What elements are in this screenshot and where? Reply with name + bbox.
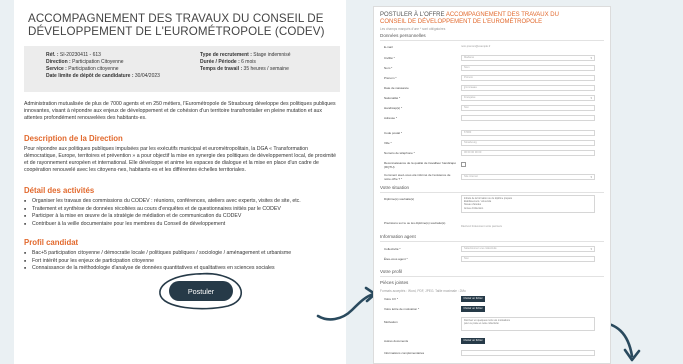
divider <box>380 40 604 41</box>
job-meta-box: Réf. : SI-20230411 - 613 Direction : Par… <box>24 46 340 92</box>
city-input[interactable]: Strasbourg <box>461 140 595 146</box>
field-label: Autres documents <box>384 339 409 343</box>
field-label: Comment avez-vous été informé de l'exist… <box>384 173 451 181</box>
curved-arrow-icon <box>316 286 377 321</box>
field-label: Nom * <box>384 66 393 70</box>
list-item: Contribuer à la veille documentaire pour… <box>24 221 338 229</box>
nationality-select[interactable]: Française <box>461 95 595 101</box>
intro-text: Administration mutualisée de plus de 700… <box>24 101 336 121</box>
activities-list: Organiser les travaux des commissions du… <box>24 198 338 228</box>
profile-section-title: Votre profil <box>380 269 402 274</box>
divider <box>380 241 604 242</box>
deadline-row: Date limite de dépôt de candidature : 30… <box>46 73 160 79</box>
list-item: Traitement et synthèse de données récolt… <box>24 206 338 214</box>
agent-input[interactable]: Non <box>461 256 595 262</box>
job-title: ACCOMPAGNEMENT DES TRAVAUX DU CONSEIL DE… <box>28 12 325 38</box>
firstname-input[interactable]: Prénom <box>461 75 595 81</box>
civility-select[interactable]: Madame <box>461 55 595 61</box>
field-label: Handicap(s) * <box>384 106 403 110</box>
letter-upload-button[interactable]: Choisir un fichier <box>461 306 485 312</box>
field-label: Civilité * <box>384 56 395 60</box>
required-note: Les champs marqués d'une * sont obligato… <box>380 27 446 31</box>
field-label: Informations complémentaires <box>384 351 425 355</box>
field-label: Êtes-vous agent * <box>384 257 408 261</box>
field-label: Prénom * <box>384 76 397 80</box>
duration-row: Durée / Période : 6 mois <box>200 59 256 65</box>
attachments-note: Formats acceptés : Word, PDF, JPEG. Tail… <box>380 289 466 293</box>
postcode-input[interactable]: 67000 <box>461 130 595 136</box>
situation-section-title: Votre situation <box>380 185 410 190</box>
direction-heading: Description de la Direction <box>24 134 123 143</box>
recruit-type-row: Type de recrutement : Stage indemnisé <box>200 52 291 58</box>
motivation-textarea[interactable]: Décrivez en quelques mots vos motivation… <box>461 317 595 331</box>
list-item: Participer à la mise en œuvre de la stra… <box>24 213 338 221</box>
profile-list: Bac+5 participation citoyenne / démocrat… <box>24 250 338 273</box>
worktime-row: Temps de travail : 35 heures / semaine <box>200 66 289 72</box>
field-label: Précisions sur le ou les diplôme(s) souh… <box>384 221 446 225</box>
field-label: E-mail <box>384 45 393 49</box>
source-select[interactable]: Site internet <box>461 174 595 180</box>
field-label: Votre lettre de motivation * <box>384 307 420 311</box>
field-label: Numéro de téléphone * <box>384 151 415 155</box>
application-form-panel: POSTULER À L'OFFRE ACCOMPAGNEMENT DES TR… <box>373 6 611 364</box>
handicap-input[interactable]: Non <box>461 105 595 111</box>
rqth-checkbox[interactable] <box>461 162 466 167</box>
field-label: Reconnaissance de la qualité de travaill… <box>384 161 456 169</box>
field-label: Motivation <box>384 320 398 324</box>
divider <box>380 276 604 277</box>
complement-input[interactable] <box>461 350 595 356</box>
attachments-section-title: Pièces jointes <box>380 280 409 285</box>
list-item: Connaissance de la méthodologie d'analys… <box>24 265 338 273</box>
field-help: Décrivez brièvement votre parcours <box>461 225 502 228</box>
activities-heading: Détail des activités <box>24 186 95 195</box>
field-label: Collectivité * <box>384 247 401 251</box>
phone-input[interactable]: 06 00 00 00 00 <box>461 150 595 156</box>
list-item: Bac+5 participation citoyenne / démocrat… <box>24 250 338 258</box>
job-offer-panel: ACCOMPAGNEMENT DES TRAVAUX DU CONSEIL DE… <box>14 0 346 364</box>
field-label: Ville * <box>384 141 392 145</box>
ref-row: Réf. : SI-20230411 - 613 <box>46 52 101 58</box>
service-row: Service : Participation citoyenne <box>46 66 119 72</box>
list-item: Fort intérêt pour les enjeux de particip… <box>24 258 338 266</box>
direction-text: Pour répondre aux politiques publiques i… <box>24 146 337 173</box>
profile-heading: Profil candidat <box>24 238 79 247</box>
address-input[interactable] <box>461 115 595 121</box>
field-label: Code postal * <box>384 131 403 135</box>
birthdate-input[interactable]: jj/mm/aaaa <box>461 85 595 91</box>
cv-upload-button[interactable]: Choisir un fichier <box>461 296 485 302</box>
apply-button[interactable]: Postuler <box>169 281 233 301</box>
email-value: nom.prenom@exemple.fr <box>461 45 491 48</box>
field-label: Diplôme(s) souhaité(s) <box>384 197 415 201</box>
field-label: Votre CV * <box>384 297 399 301</box>
personal-section-title: Données personnelles <box>380 33 426 38</box>
list-item: Organiser les travaux des commissions du… <box>24 198 338 206</box>
agent-section-title: Information agent <box>380 234 416 239</box>
field-label: Nationalité * <box>384 96 401 100</box>
form-title: POSTULER À L'OFFRE ACCOMPAGNEMENT DES TR… <box>380 12 559 25</box>
divider <box>380 192 604 193</box>
collectivity-select[interactable]: Sélectionnez une collectivité <box>461 246 595 252</box>
direction-row: Direction : Participation Citoyenne <box>46 59 124 65</box>
other-docs-upload-button[interactable]: Choisir un fichier <box>461 338 485 344</box>
field-label: Date de naissance <box>384 86 409 90</box>
lastname-input[interactable]: Nom <box>461 65 595 71</box>
field-label: Adresse * <box>384 116 398 120</box>
diploma-textarea[interactable]: Intitulé de la formation ou du diplôme p… <box>461 195 595 213</box>
